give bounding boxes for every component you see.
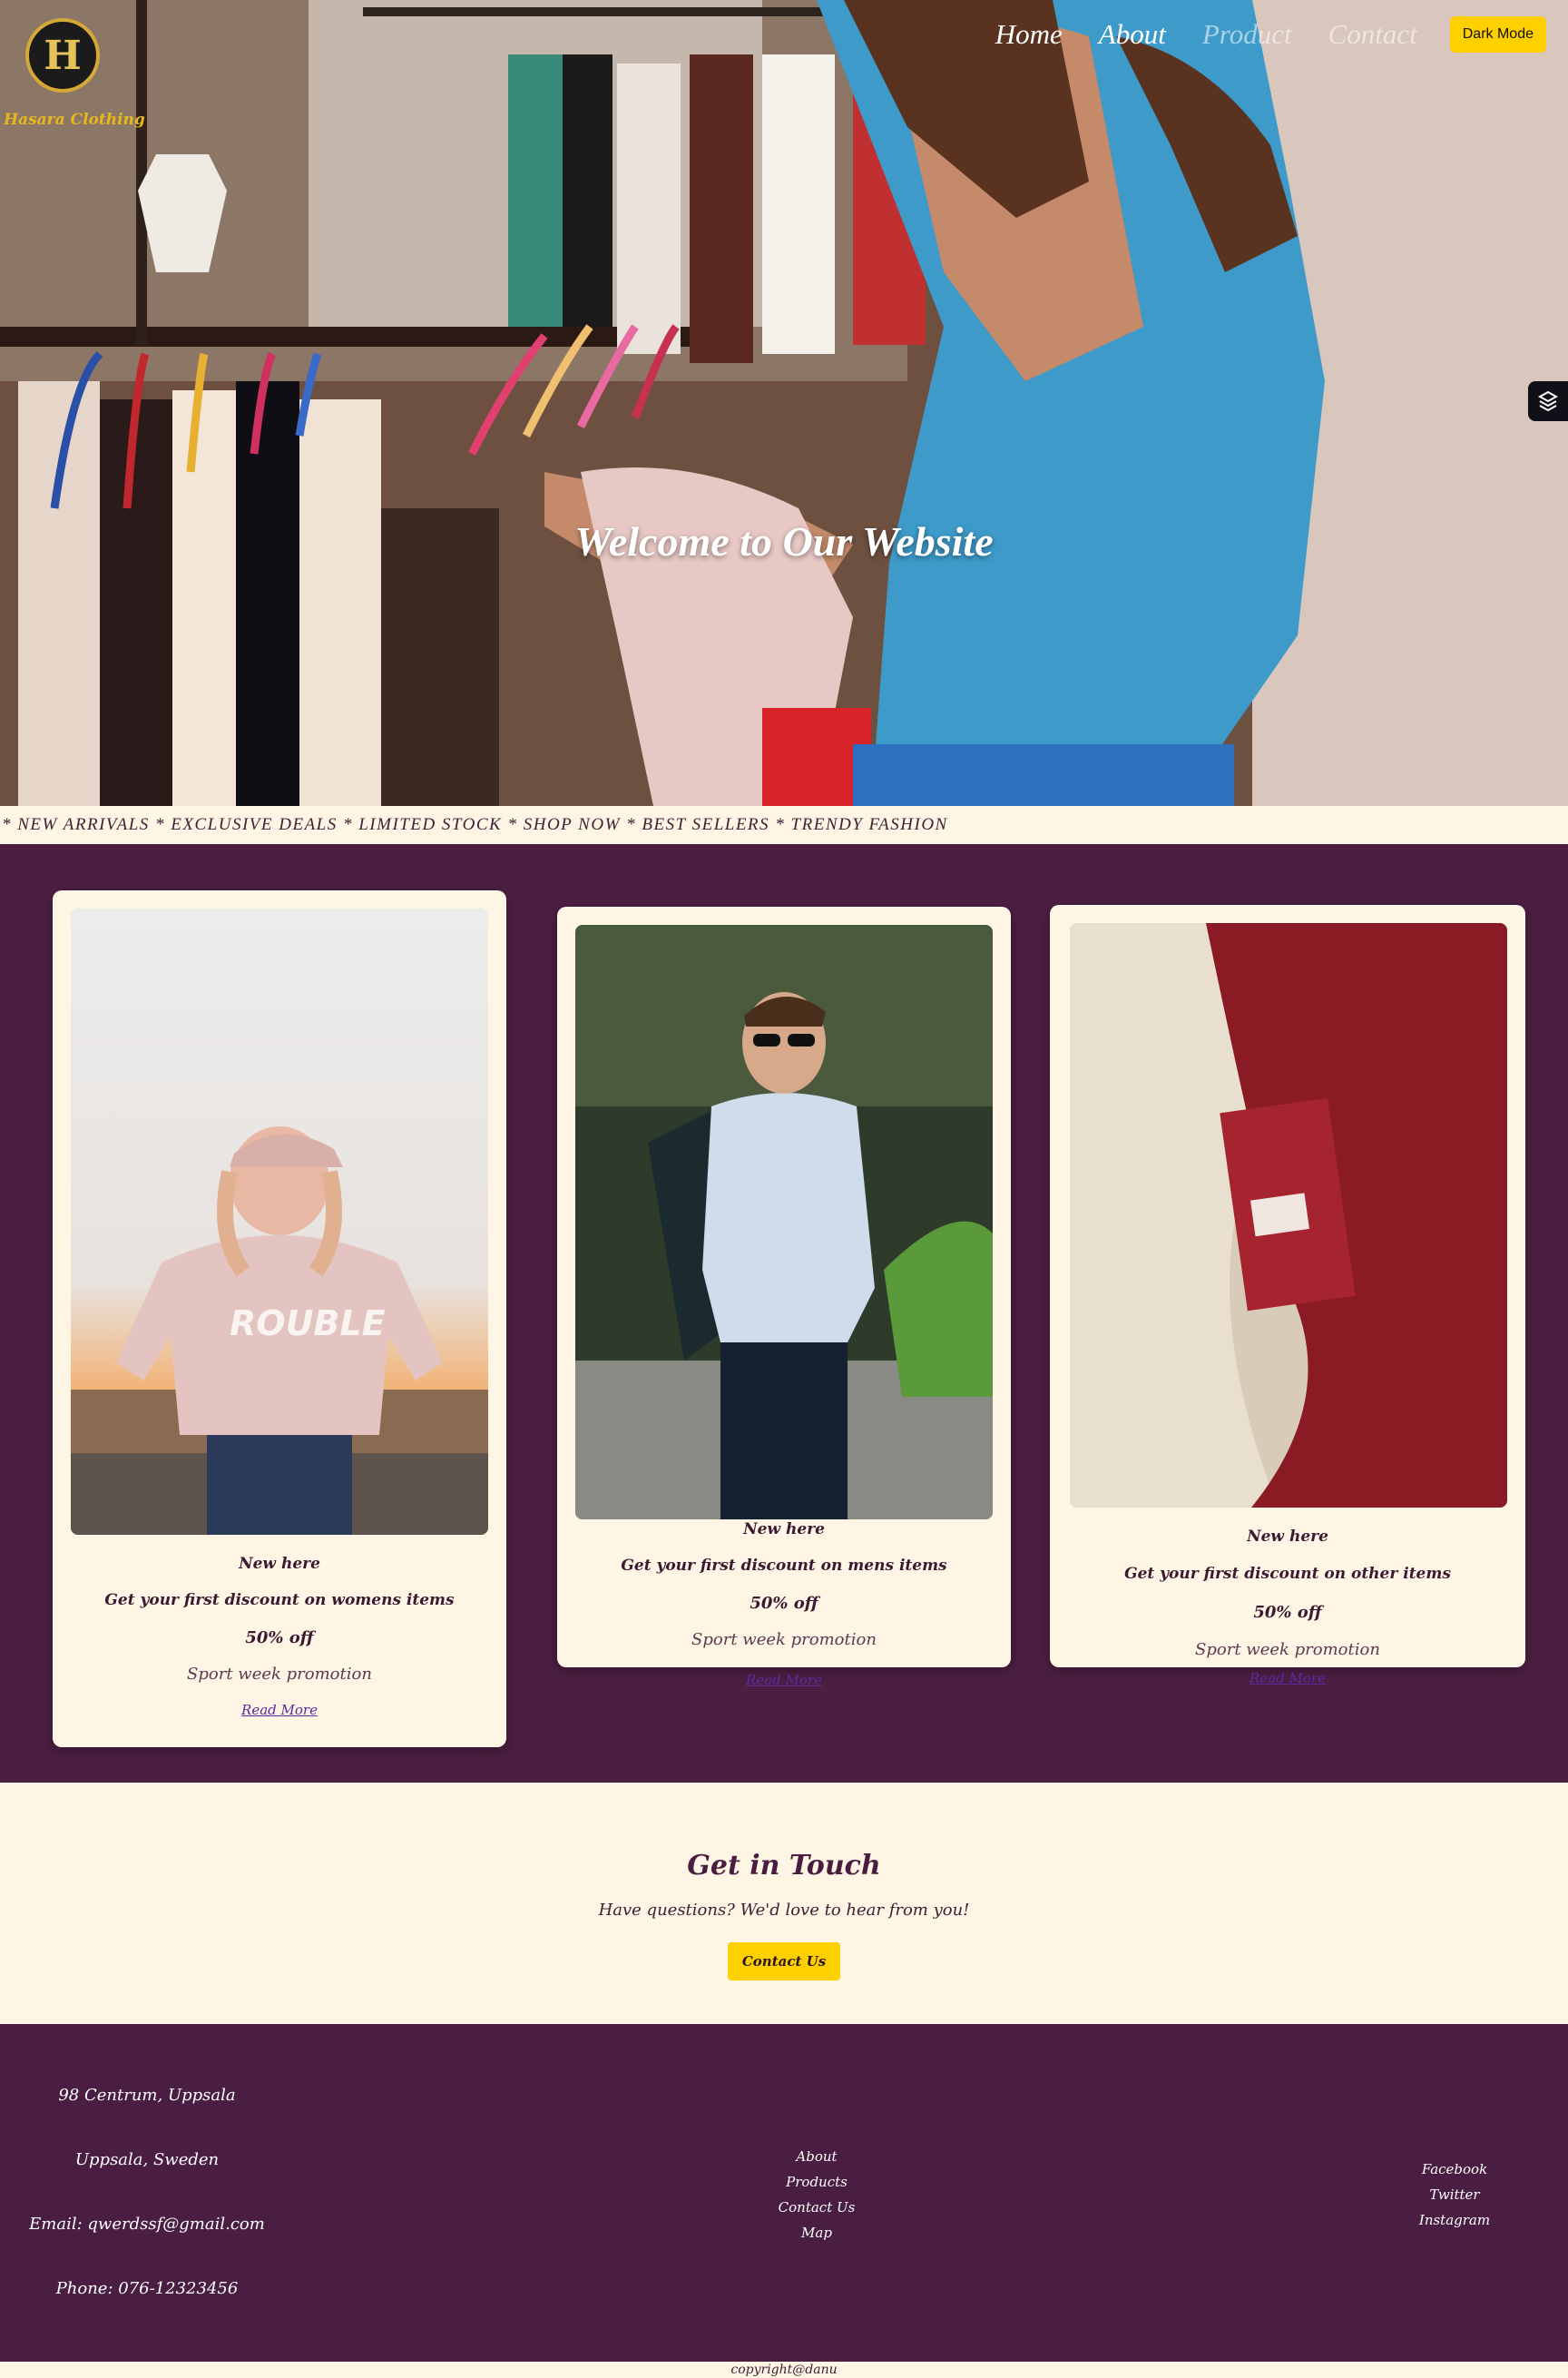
- brand-name: Hasara Clothing: [4, 111, 145, 129]
- copyright: copyright@danu: [0, 2362, 1568, 2378]
- footer-link-about[interactable]: About: [726, 2144, 907, 2169]
- read-more-link[interactable]: Read More: [53, 1702, 506, 1718]
- nav-about[interactable]: About: [1099, 18, 1166, 51]
- card-offer: 50% off: [750, 1594, 818, 1613]
- footer-link-instagram[interactable]: Instagram: [1364, 2207, 1545, 2233]
- footer-phone: Phone: 076-12323456: [55, 2279, 239, 2298]
- main-nav: Home About Product Contact Dark Mode: [995, 16, 1546, 53]
- dark-mode-button[interactable]: Dark Mode: [1449, 16, 1546, 53]
- hero-title: Welcome to Our Website: [574, 518, 994, 565]
- card-promo: Sport week promotion: [187, 1665, 372, 1684]
- mens-photo: [575, 925, 993, 1519]
- side-badge-icon[interactable]: [1528, 381, 1568, 421]
- nav-product[interactable]: Product: [1202, 18, 1292, 51]
- footer-social: Facebook Twitter Instagram: [1364, 2157, 1545, 2233]
- promo-section: ROUBLE New here Get your first discount …: [0, 844, 1568, 1783]
- footer-link-map[interactable]: Map: [726, 2220, 907, 2245]
- footer-links: About Products Contact Us Map: [726, 2144, 907, 2245]
- card-promo: Sport week promotion: [1195, 1640, 1380, 1659]
- read-more-link[interactable]: Read More: [557, 1672, 1011, 1688]
- card-tag: New here: [239, 1555, 320, 1573]
- hero-section: H Hasara Clothing Home About Product Con…: [0, 0, 1568, 806]
- footer-address-line: 98 Centrum, Uppsala: [58, 2086, 236, 2105]
- brand-logo[interactable]: H: [25, 18, 100, 93]
- footer-link-contact[interactable]: Contact Us: [726, 2195, 907, 2220]
- logo-letter: H: [44, 32, 82, 79]
- promo-card-other: New here Get your first discount on othe…: [1050, 905, 1525, 1667]
- nav-home[interactable]: Home: [995, 18, 1063, 51]
- womens-photo: ROUBLE: [71, 909, 488, 1535]
- contact-us-button[interactable]: Contact Us: [728, 1942, 840, 1980]
- card-description: Get your first discount on mens items: [621, 1557, 947, 1575]
- card-promo: Sport week promotion: [691, 1630, 877, 1649]
- contact-text: Have questions? We'd love to hear from y…: [598, 1901, 970, 1920]
- promo-card-womens: ROUBLE New here Get your first discount …: [53, 890, 506, 1747]
- footer-link-twitter[interactable]: Twitter: [1364, 2182, 1545, 2207]
- read-more-link[interactable]: Read More: [1050, 1670, 1525, 1686]
- footer-link-facebook[interactable]: Facebook: [1364, 2157, 1545, 2182]
- contact-title: Get in Touch: [687, 1850, 881, 1882]
- footer-address-line: Uppsala, Sweden: [74, 2150, 220, 2169]
- promo-card-mens: New here Get your first discount on mens…: [557, 907, 1011, 1667]
- other-photo: [1070, 923, 1507, 1508]
- site-footer: 98 Centrum, Uppsala Uppsala, Sweden Emai…: [0, 2024, 1568, 2362]
- card-tag: New here: [743, 1520, 825, 1538]
- card-tag: New here: [1247, 1528, 1328, 1546]
- card-description: Get your first discount on womens items: [104, 1591, 455, 1609]
- card-offer: 50% off: [1253, 1603, 1322, 1622]
- nav-contact[interactable]: Contact: [1328, 18, 1417, 51]
- svg-text:ROUBLE: ROUBLE: [230, 1303, 386, 1343]
- footer-link-products[interactable]: Products: [726, 2169, 907, 2195]
- promo-ticker: * NEW ARRIVALS * EXCLUSIVE DEALS * LIMIT…: [0, 806, 1568, 844]
- contact-section: Get in Touch Have questions? We'd love t…: [0, 1783, 1568, 2024]
- hero-photo: [0, 0, 1568, 806]
- footer-email: Email: qwerdssf@gmail.com: [29, 2215, 265, 2234]
- card-offer: 50% off: [245, 1628, 314, 1647]
- card-description: Get your first discount on other items: [1124, 1565, 1451, 1583]
